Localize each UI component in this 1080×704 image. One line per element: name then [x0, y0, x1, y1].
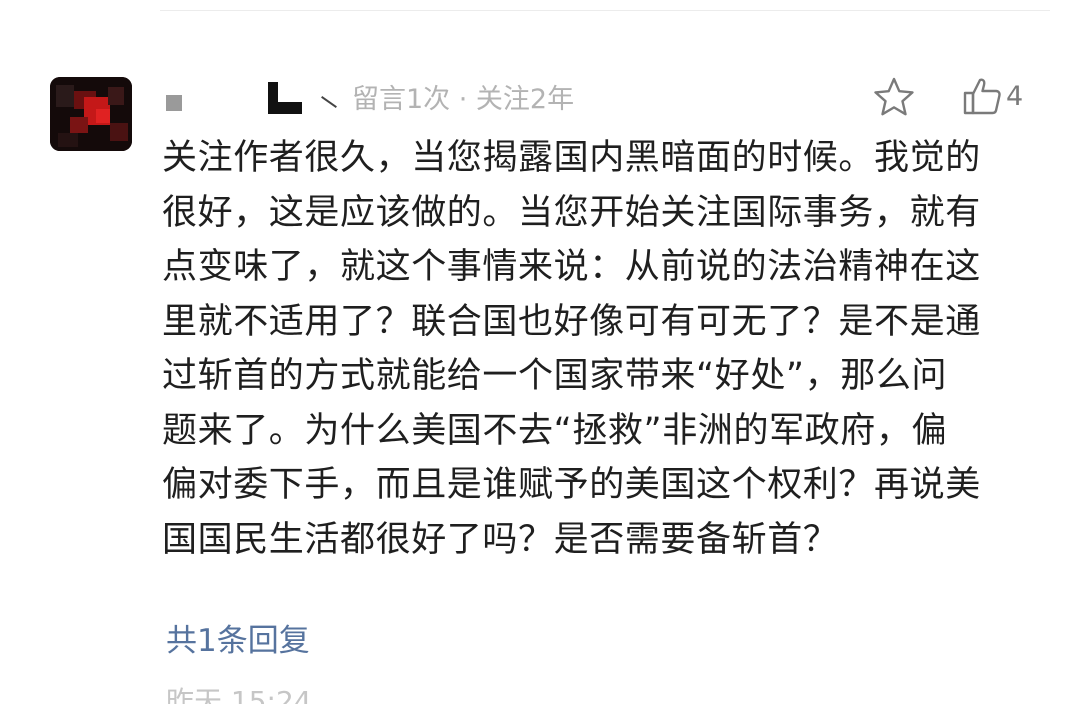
- avatar[interactable]: [50, 77, 132, 151]
- username-obscured-glyph: [268, 82, 302, 114]
- comment-timestamp: 昨天 15:24: [166, 685, 312, 704]
- comment-body: 关注作者很久，当您揭露国内黑暗面的时候。我觉的 很好，这是应该做的。当您开始关注…: [162, 131, 1042, 567]
- star-outline-icon: [874, 77, 914, 116]
- comment-line: 国国民生活都很好了吗？是否需要备斩首？: [162, 519, 839, 560]
- view-replies-link[interactable]: 共1条回复: [166, 615, 310, 660]
- comment-line: 题来了。为什么美国不去“拯救”非洲的军政府，偏: [162, 410, 948, 451]
- like-button[interactable]: 4: [962, 74, 1023, 118]
- comment-line: 很好，这是应该做的。当您开始关注国际事务，就有: [162, 192, 981, 233]
- comment-line: 关注作者很久，当您揭露国内黑暗面的时候。我觉的: [162, 138, 981, 178]
- divider: [160, 10, 1050, 11]
- comment-line: 点变味了，就这个事情来说：从前说的法治精神在这: [162, 247, 981, 287]
- comment-line: 里就不适用了？联合国也好像可有可无了？是不是通: [162, 301, 981, 342]
- username-separator: [321, 96, 337, 108]
- favorite-button[interactable]: [872, 76, 916, 118]
- comment-meta-row: 留言1次 · 关注2年: [166, 76, 574, 116]
- username-obscured: [166, 95, 182, 111]
- comment-card: 留言1次 · 关注2年 4 关注作者很久，当您揭露国内黑暗面的时候。我觉的 很好…: [0, 0, 1080, 704]
- thumbs-up-outline-icon: [963, 78, 1001, 115]
- like-count: 4: [1006, 80, 1024, 112]
- comment-meta: 留言1次 · 关注2年: [352, 83, 575, 115]
- comment-line: 过斩首的方式就能给一个国家带来“好处”，那么问: [162, 356, 948, 396]
- comment-line: 偏对委下手，而且是谁赋予的美国这个权利？再说美: [162, 465, 981, 505]
